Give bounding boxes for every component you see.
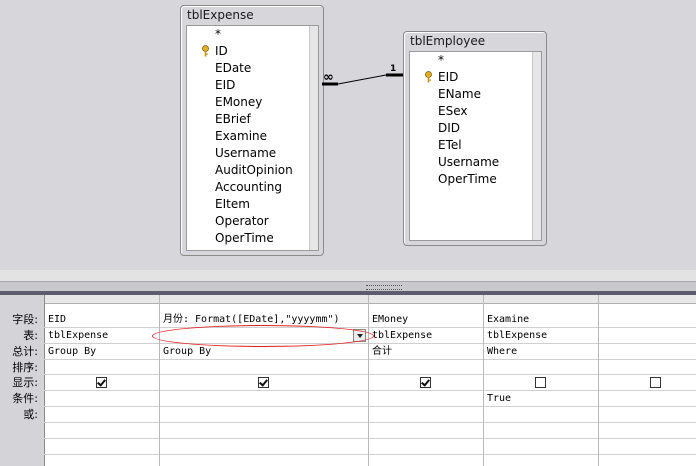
total-cell[interactable]: Group By [163, 344, 211, 360]
grid-column[interactable]: EID tblExpense Group By [45, 295, 160, 466]
grid-column[interactable]: Examine tblExpense Where True [484, 295, 599, 466]
column-selector[interactable] [369, 295, 483, 304]
relationship-pane[interactable]: tblExpense * ID EDate EID EMoney EBrief … [0, 0, 696, 281]
annotation-ellipse [152, 325, 374, 347]
horizontal-scrollbar[interactable] [0, 270, 696, 281]
total-cell[interactable]: Group By [48, 344, 96, 360]
criteria-cell[interactable]: True [487, 391, 511, 407]
row-label-show: 显示: [12, 376, 38, 389]
row-label-criteria: 条件: [12, 392, 38, 405]
splitter-grip-icon [366, 285, 402, 290]
column-selector[interactable] [45, 295, 159, 304]
row-label-field: 字段: [12, 313, 38, 326]
field-cell[interactable]: EID [48, 312, 66, 328]
grid-column[interactable]: EMoney tblExpense 合计 [369, 295, 484, 466]
column-selector[interactable] [599, 295, 696, 304]
field-cell[interactable]: Examine [487, 312, 529, 328]
row-label-or: 或: [23, 408, 38, 421]
total-cell[interactable]: 合计 [372, 344, 392, 360]
query-design-grid[interactable]: 字段: 表: 总计: 排序: 显示: 条件: 或: EID tblExpense… [0, 295, 696, 466]
column-selector[interactable] [160, 295, 368, 304]
total-cell[interactable]: Where [487, 344, 517, 360]
grid-column[interactable] [599, 295, 696, 466]
table-cell[interactable]: tblExpense [487, 328, 547, 344]
show-checkbox[interactable] [258, 377, 269, 388]
table-cell[interactable]: tblExpense [48, 328, 108, 344]
field-cell[interactable]: EMoney [372, 312, 408, 328]
column-selector[interactable] [484, 295, 598, 304]
grid-column[interactable]: 月份: Format([EDate],"yyyymm") Group By [160, 295, 369, 466]
show-checkbox[interactable] [650, 377, 661, 388]
row-label-table: 表: [23, 329, 38, 342]
row-label-total: 总计: [12, 345, 38, 358]
show-checkbox[interactable] [535, 377, 546, 388]
many-symbol: ∞ [323, 70, 334, 85]
row-label-sort: 排序: [12, 361, 38, 374]
show-checkbox[interactable] [96, 377, 107, 388]
table-cell[interactable]: tblExpense [372, 328, 432, 344]
join-line[interactable]: ∞ 1 [0, 0, 696, 281]
row-header: 字段: 表: 总计: 排序: 显示: 条件: 或: [0, 295, 45, 466]
show-checkbox[interactable] [420, 377, 431, 388]
one-symbol: 1 [390, 64, 396, 74]
